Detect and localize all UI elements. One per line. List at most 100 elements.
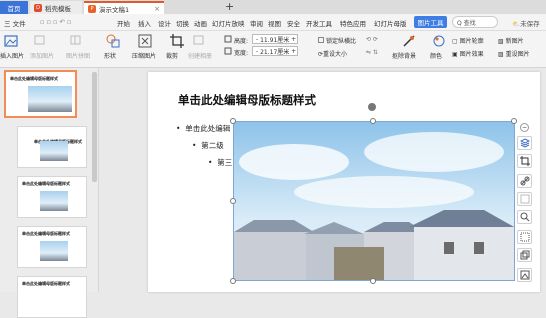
thumbnail-image [40,191,68,211]
village-photo [234,122,514,280]
image-effect-label: 图片效果 [459,51,484,58]
menu-slide-master[interactable]: 幻灯片母版 [374,18,407,28]
thumbnail-title: 单击此处编辑母版标题样式 [22,281,70,286]
slide-thumbnail-master[interactable]: 单击此处编辑母版标题样式 [4,70,77,118]
menu-slideshow[interactable]: 幻灯片放映 [212,18,245,28]
reset-size-button[interactable]: ⟳重设大小 [318,49,347,58]
menu-file[interactable]: 三 文件 [4,18,26,28]
thumbnail-title: 单击此处编辑母版标题样式 [22,231,70,236]
crop-icon[interactable] [517,154,532,168]
copy-image-icon[interactable] [517,248,532,262]
width-label: 宽度: [234,50,249,57]
grid-icon[interactable] [517,192,532,206]
resize-handle[interactable] [230,118,236,124]
menu-home[interactable]: 开始 [117,18,130,28]
unsaved-label: 未保存 [520,20,540,28]
unsaved-status[interactable]: ⛅未保存 [512,18,540,28]
height-label: 高度: [234,38,249,45]
menu-review[interactable]: 审阅 [250,18,263,28]
layers-icon[interactable] [517,136,532,150]
create-album-button[interactable]: 创建相册 [188,51,212,60]
height-input[interactable]: - 11.91厘米 + [252,34,298,44]
menu-security[interactable]: 安全 [287,18,300,28]
slide-thumbnail[interactable]: 单击此处编辑母版标题样式 [17,226,87,268]
menu-features[interactable]: 特色应用 [340,18,366,28]
new-image-label: 新图片 [505,38,524,45]
image-split-button[interactable]: 图片拼图 [66,51,90,60]
resize-handle[interactable] [230,198,236,204]
menu-developer[interactable]: 开发工具 [306,18,332,28]
tab-home[interactable]: 首页 [0,1,28,14]
shape-button[interactable]: 形状 [104,51,116,60]
add-image-button[interactable]: 添加图片 [30,51,54,60]
lock-ratio-label: 锁定纵横比 [326,38,357,45]
resize-handle[interactable] [370,118,376,124]
bullet-text: 第二级 [201,141,224,150]
flip-icons[interactable]: ⇋ ⇅ [366,49,378,56]
tab-document[interactable]: P 演示文稿1 × [84,1,164,14]
slide-thumbnail[interactable]: 单击此处编辑母版标题样式 [17,176,87,218]
slide-title[interactable]: 单击此处编辑母版标题样式 [178,92,316,108]
compress-image-button[interactable]: 压缩图片 [132,51,156,60]
checkbox-icon [318,37,324,43]
menu-bar: 三 文件 ▫ ▫ ▫ ↶ ▫ 开始 插入 设计 切换 动画 幻灯片放映 审阅 视… [0,14,546,31]
docer-icon: D [34,3,42,12]
width-value: 21.17厘米 [260,48,290,56]
thumbnail-image [40,141,68,161]
slide-thumbnail[interactable]: 单击此处编辑母版标题样式 [17,276,87,318]
search-input[interactable]: Q 查找 [452,16,498,28]
resize-handle[interactable] [230,278,236,284]
bullet-text: 第三 [217,158,233,167]
toolbar-quick-icons[interactable]: ▫ ▫ ▫ ↶ ▫ [40,18,71,26]
rotate-icons[interactable]: ⟲ ⟳ [366,36,378,43]
menu-picture-tools[interactable]: 图片工具 [414,16,447,28]
width-input[interactable]: - 21.17厘米 + [252,46,298,56]
reset-image-button[interactable]: ▨ 重设图片 [498,49,530,58]
menu-design[interactable]: 设计 [158,18,171,28]
bullet-text: 单击此处编辑 [185,124,231,133]
reset-image-label: 重设图片 [505,51,530,58]
image-effect-button[interactable]: ▣ 图片效果 [452,49,484,58]
zoom-in-icon[interactable] [517,210,532,224]
create-album-icon [193,35,204,45]
remove-background-icon [403,35,415,47]
bullet-level-1[interactable]: • 单击此处编辑 [176,123,230,134]
image-effect-icon[interactable] [517,268,532,282]
side-quick-toolbar: − [514,120,536,292]
close-tab-icon[interactable]: × [154,5,160,13]
tab-docer[interactable]: D 稻壳模板 [30,1,82,14]
rotate-handle[interactable] [368,103,376,111]
image-outline-button[interactable]: ▢ 图片轮廓 [452,36,484,45]
selected-image[interactable] [233,121,515,281]
menu-animation[interactable]: 动画 [194,18,207,28]
align-icon[interactable] [517,230,532,244]
bullet-level-3[interactable]: • 第三 [208,157,232,168]
new-image-icon: ▧ [498,38,506,45]
compress-image-icon [138,34,152,48]
thumbnail-image [28,86,72,112]
height-increment[interactable]: + [289,36,296,43]
lock-ratio-checkbox[interactable]: 锁定纵横比 [318,36,356,45]
insert-image-button[interactable]: 插入图片 [0,51,24,60]
new-image-button[interactable]: ▧ 新图片 [498,36,524,45]
menu-insert[interactable]: 插入 [138,18,151,28]
resize-handle[interactable] [370,278,376,284]
bullet-level-2[interactable]: • 第二级 [192,140,224,151]
color-button[interactable]: 颜色 [430,51,442,60]
ribbon-toolbar: 插入图片 添加图片 图片拼图 形状 压缩图片 裁剪 创建相册 高度: - 11.… [0,31,546,68]
collapse-icon[interactable]: − [517,120,532,134]
new-tab-icon[interactable]: + [225,0,234,13]
reset-size-label: 重设大小 [323,51,348,58]
insert-image-icon [4,35,18,47]
width-increment[interactable]: + [289,48,296,55]
title-bar: 首页 D 稻壳模板 P 演示文稿1 × + [0,0,546,14]
remove-background-button[interactable]: 抠除背景 [392,51,416,60]
menu-transition[interactable]: 切换 [176,18,189,28]
thumbnail-scrollbar[interactable] [92,72,97,182]
slide-thumbnail[interactable]: 单击此处编辑母版标题样式 [17,126,87,168]
tab-docer-label: 稻壳模板 [45,4,71,13]
thumbnail-title: 单击此处编辑母版标题样式 [22,181,70,186]
link-icon[interactable] [517,174,532,188]
menu-view[interactable]: 视图 [268,18,281,28]
crop-button[interactable]: 裁剪 [166,51,178,60]
